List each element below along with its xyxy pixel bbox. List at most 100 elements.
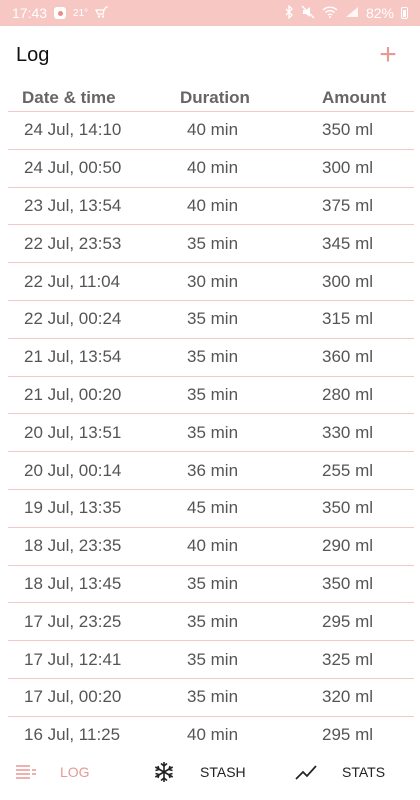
status-time: 17:43 <box>12 5 48 21</box>
row-duration: 30 min <box>187 271 239 291</box>
log-row[interactable]: 20 Jul, 13:51 35 min 330 ml <box>8 414 414 453</box>
log-row[interactable]: 17 Jul, 12:41 35 min 325 ml <box>8 641 414 679</box>
row-date-time: 20 Jul, 00:14 <box>24 460 122 480</box>
status-right: 82% <box>284 3 408 22</box>
header-date-time: Date & time <box>22 87 116 107</box>
row-date-time: 17 Jul, 12:41 <box>24 649 122 669</box>
log-row[interactable]: 22 Jul, 00:24 35 min 315 ml <box>8 301 414 339</box>
row-duration: 35 min <box>187 233 239 253</box>
row-date-time: 19 Jul, 13:35 <box>24 498 122 518</box>
row-amount: 295 ml <box>322 611 374 631</box>
row-amount: 350 ml <box>322 498 374 518</box>
app-bar: Log + <box>0 26 420 84</box>
row-date-time: 21 Jul, 00:20 <box>24 384 122 404</box>
nav-log-label: LOG <box>60 764 90 780</box>
row-date-time: 21 Jul, 13:54 <box>24 347 122 367</box>
row-amount: 350 ml <box>322 573 374 593</box>
list-icon <box>14 760 38 784</box>
row-date-time: 22 Jul, 11:04 <box>24 271 121 291</box>
signal-icon <box>345 5 359 21</box>
header-duration: Duration <box>180 87 250 107</box>
row-duration: 35 min <box>187 347 239 367</box>
row-amount: 350 ml <box>322 120 374 140</box>
battery-icon <box>401 7 408 19</box>
row-duration: 40 min <box>187 158 239 178</box>
row-duration: 35 min <box>187 309 239 329</box>
log-row[interactable]: 16 Jul, 11:25 40 min 295 ml <box>8 717 414 744</box>
row-amount: 280 ml <box>322 384 374 404</box>
row-date-time: 17 Jul, 00:20 <box>24 687 122 707</box>
row-date-time: 24 Jul, 14:10 <box>24 120 122 140</box>
nav-stash[interactable]: STASH <box>140 744 280 800</box>
nav-log[interactable]: LOG <box>0 744 140 800</box>
row-date-time: 18 Jul, 13:45 <box>24 573 122 593</box>
row-duration: 36 min <box>187 460 239 480</box>
row-duration: 35 min <box>187 611 239 631</box>
row-date-time: 22 Jul, 23:53 <box>24 233 122 253</box>
log-row[interactable]: 17 Jul, 23:25 35 min 295 ml <box>8 603 414 642</box>
row-date-time: 24 Jul, 00:50 <box>24 158 122 178</box>
row-amount: 325 ml <box>322 649 374 669</box>
table-header: Date & time Duration Amount <box>8 84 414 112</box>
log-row[interactable]: 18 Jul, 23:35 40 min 290 ml <box>8 528 414 566</box>
row-duration: 40 min <box>187 195 239 215</box>
row-duration: 35 min <box>187 384 239 404</box>
log-row[interactable]: 20 Jul, 00:14 36 min 255 ml <box>8 452 414 490</box>
log-row[interactable]: 22 Jul, 11:04 30 min 300 ml <box>8 263 414 301</box>
row-amount: 315 ml <box>322 309 374 329</box>
nav-stats[interactable]: STATS <box>280 744 420 800</box>
row-amount: 300 ml <box>322 271 374 291</box>
status-temperature: 21° <box>73 7 89 19</box>
row-duration: 35 min <box>187 422 239 442</box>
row-date-time: 16 Jul, 11:25 <box>24 725 121 744</box>
log-row[interactable]: 21 Jul, 13:54 35 min 360 ml <box>8 339 414 377</box>
row-date-time: 23 Jul, 13:54 <box>24 195 122 215</box>
bluetooth-icon <box>284 3 294 22</box>
log-row[interactable]: 24 Jul, 14:10 40 min 350 ml <box>8 112 414 150</box>
status-left: 17:43 21° <box>12 5 109 21</box>
log-row[interactable]: 21 Jul, 00:20 35 min 280 ml <box>8 377 414 415</box>
wifi-icon <box>322 5 338 21</box>
row-amount: 360 ml <box>322 347 374 367</box>
baby-stroller-icon <box>95 5 109 21</box>
row-amount: 255 ml <box>322 460 374 480</box>
row-duration: 40 min <box>187 536 239 556</box>
log-row[interactable]: 18 Jul, 13:45 35 min 350 ml <box>8 566 414 604</box>
plus-icon: + <box>379 38 397 71</box>
status-bar: 17:43 21° 82% <box>0 0 420 26</box>
row-amount: 320 ml <box>322 687 374 707</box>
row-amount: 330 ml <box>322 422 374 442</box>
row-amount: 290 ml <box>322 536 374 556</box>
row-duration: 35 min <box>187 649 239 669</box>
notification-icon <box>54 7 67 19</box>
snowflake-icon <box>152 760 176 784</box>
add-entry-button[interactable]: + <box>370 37 406 73</box>
row-duration: 45 min <box>187 498 239 518</box>
mute-icon <box>301 5 315 22</box>
row-duration: 40 min <box>187 120 239 140</box>
trend-line-icon <box>294 760 318 784</box>
row-date-time: 17 Jul, 23:25 <box>24 611 122 631</box>
row-duration: 40 min <box>187 725 239 744</box>
nav-stats-label: STATS <box>342 764 386 780</box>
log-list[interactable]: 24 Jul, 14:10 40 min 350 ml 24 Jul, 00:50 40… <box>8 112 414 744</box>
log-row[interactable]: 24 Jul, 00:50 40 min 300 ml <box>8 150 414 188</box>
log-row[interactable]: 22 Jul, 23:53 35 min 345 ml <box>8 225 414 264</box>
row-amount: 345 ml <box>322 233 374 253</box>
bottom-navigation: LOG STASH STATS <box>0 744 420 800</box>
row-amount: 300 ml <box>322 158 374 178</box>
row-amount: 375 ml <box>322 195 374 215</box>
row-date-time: 20 Jul, 13:51 <box>24 422 122 442</box>
log-row[interactable]: 19 Jul, 13:35 45 min 350 ml <box>8 490 414 528</box>
row-date-time: 18 Jul, 23:35 <box>24 536 122 556</box>
log-row[interactable]: 17 Jul, 00:20 35 min 320 ml <box>8 679 414 717</box>
header-amount: Amount <box>322 87 387 107</box>
row-duration: 35 min <box>187 573 239 593</box>
row-amount: 295 ml <box>322 725 374 744</box>
nav-stash-label: STASH <box>200 764 246 780</box>
log-row[interactable]: 23 Jul, 13:54 40 min 375 ml <box>8 188 414 226</box>
page-title: Log <box>16 43 50 66</box>
status-battery-percent: 82% <box>365 5 394 21</box>
row-duration: 35 min <box>187 687 239 707</box>
row-date-time: 22 Jul, 00:24 <box>24 309 122 329</box>
